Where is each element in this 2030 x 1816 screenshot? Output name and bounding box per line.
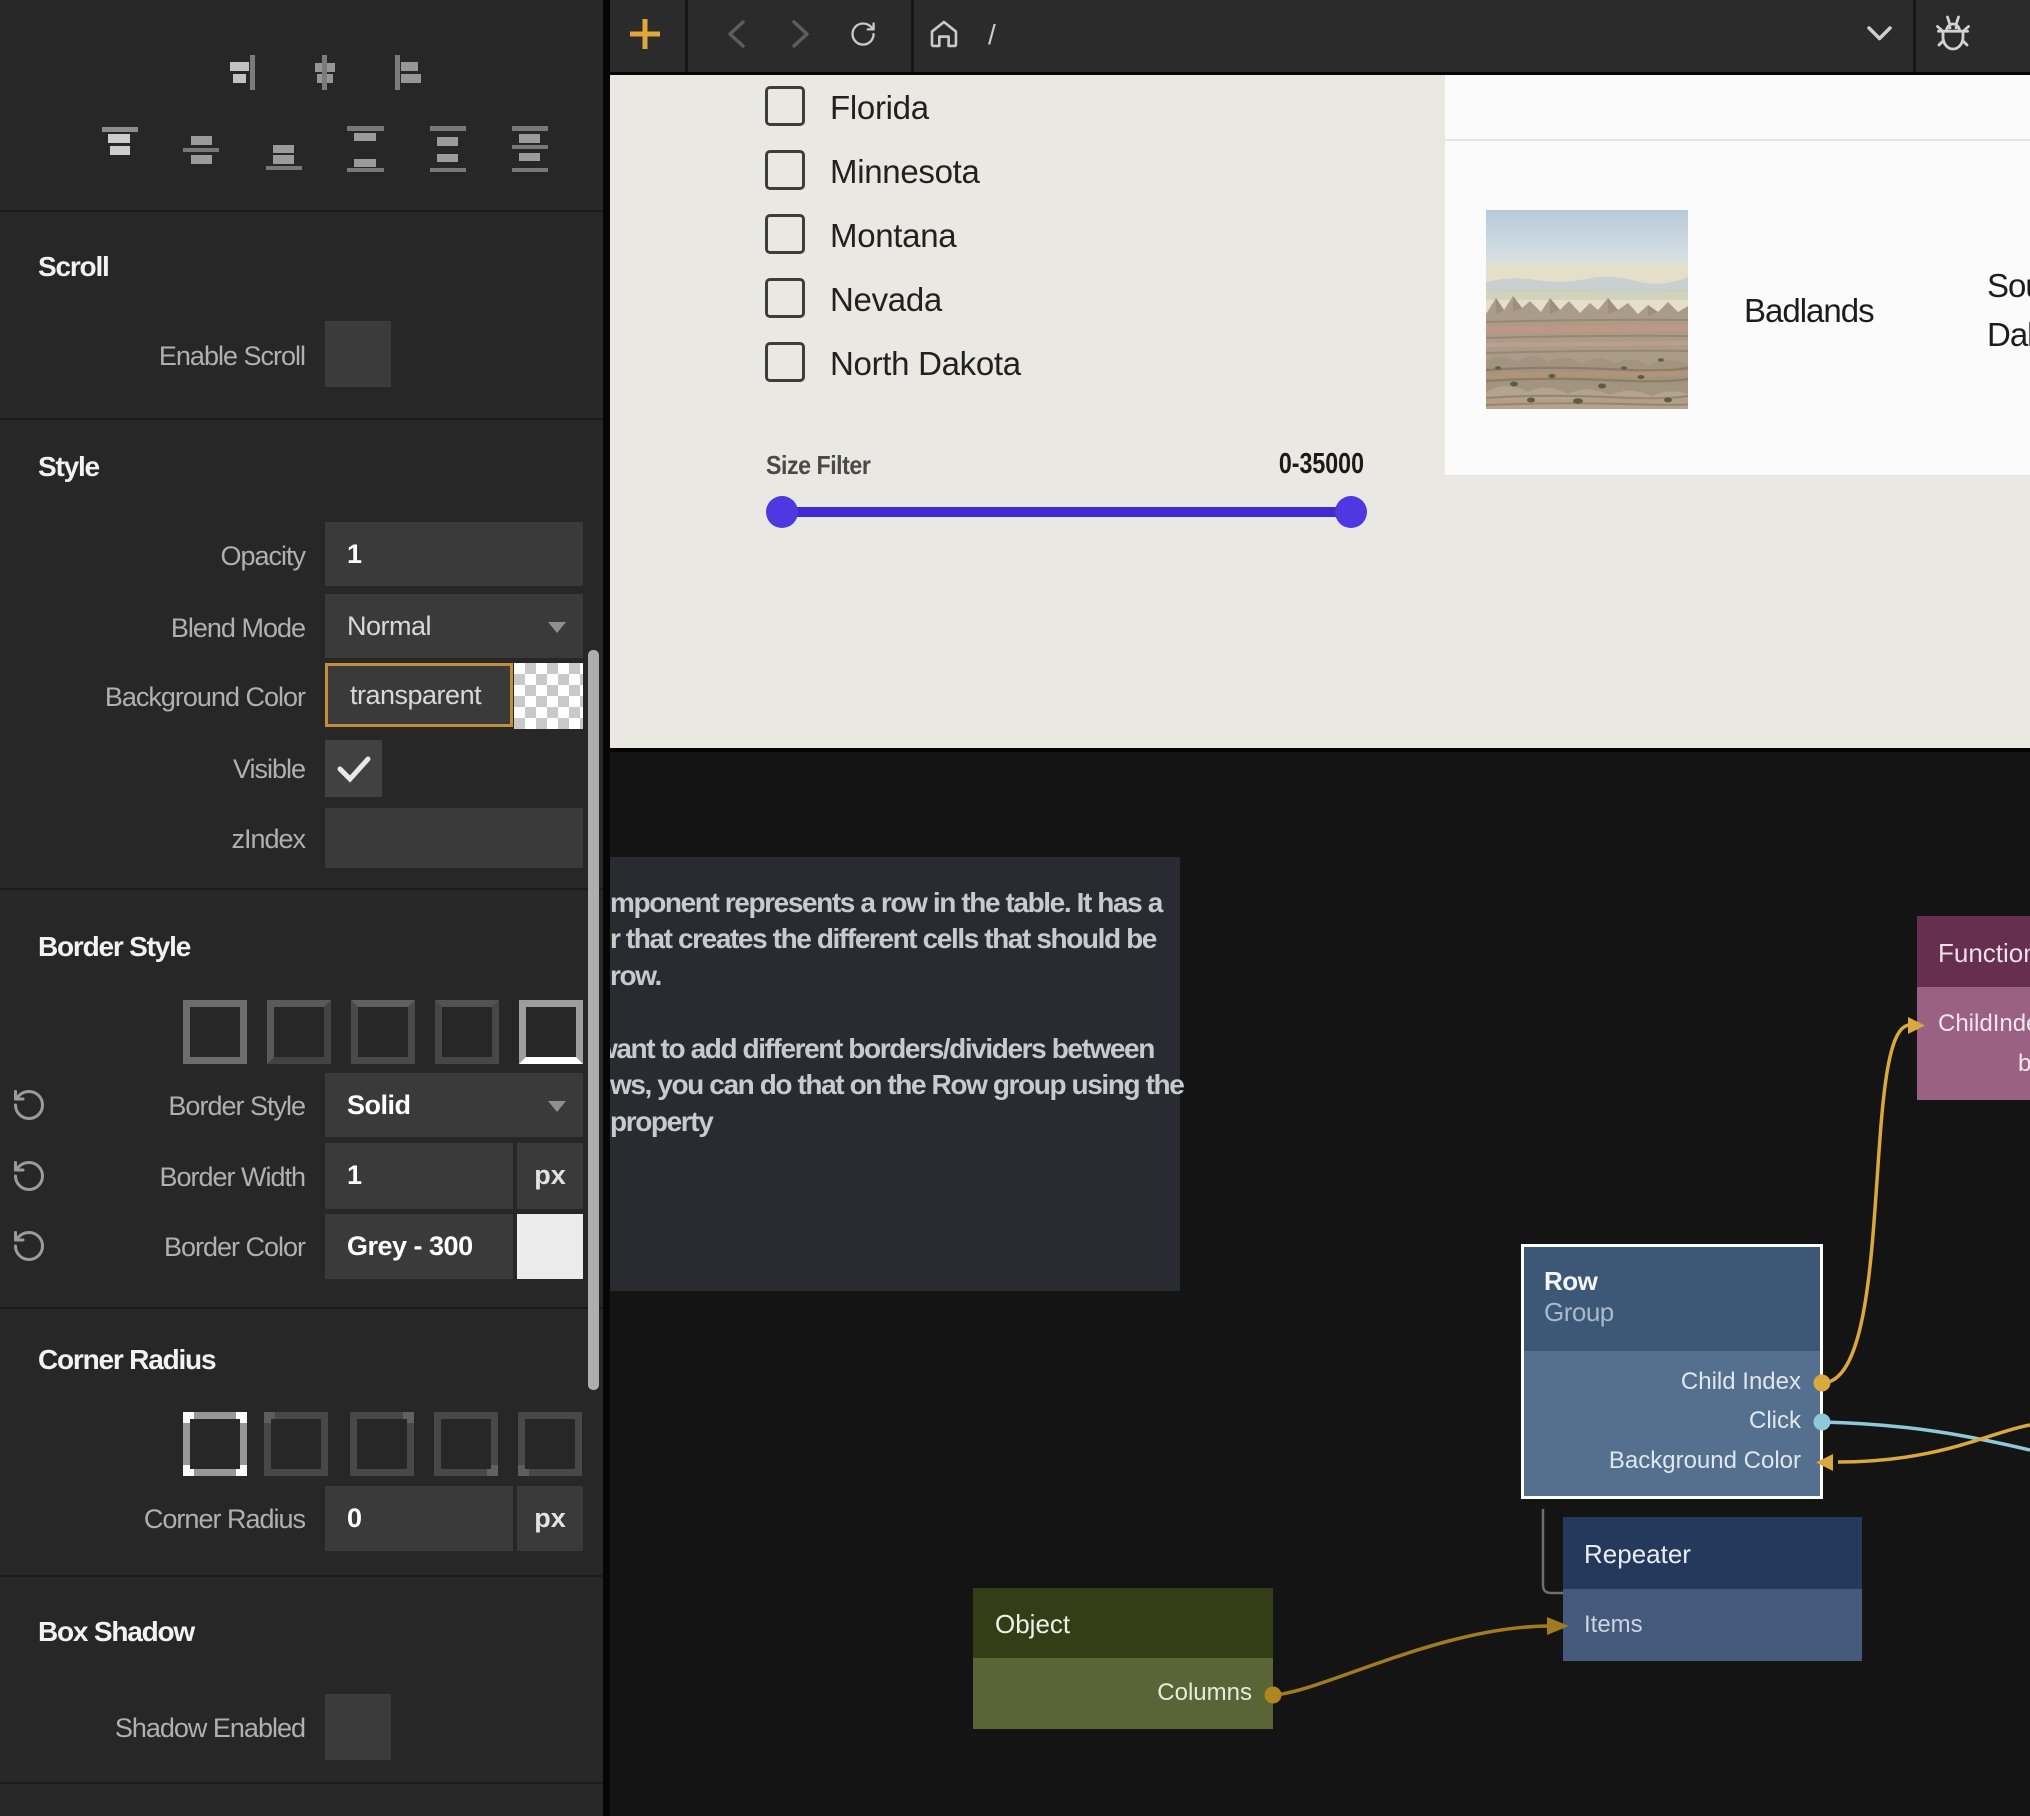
- svg-text:/: /: [988, 19, 996, 50]
